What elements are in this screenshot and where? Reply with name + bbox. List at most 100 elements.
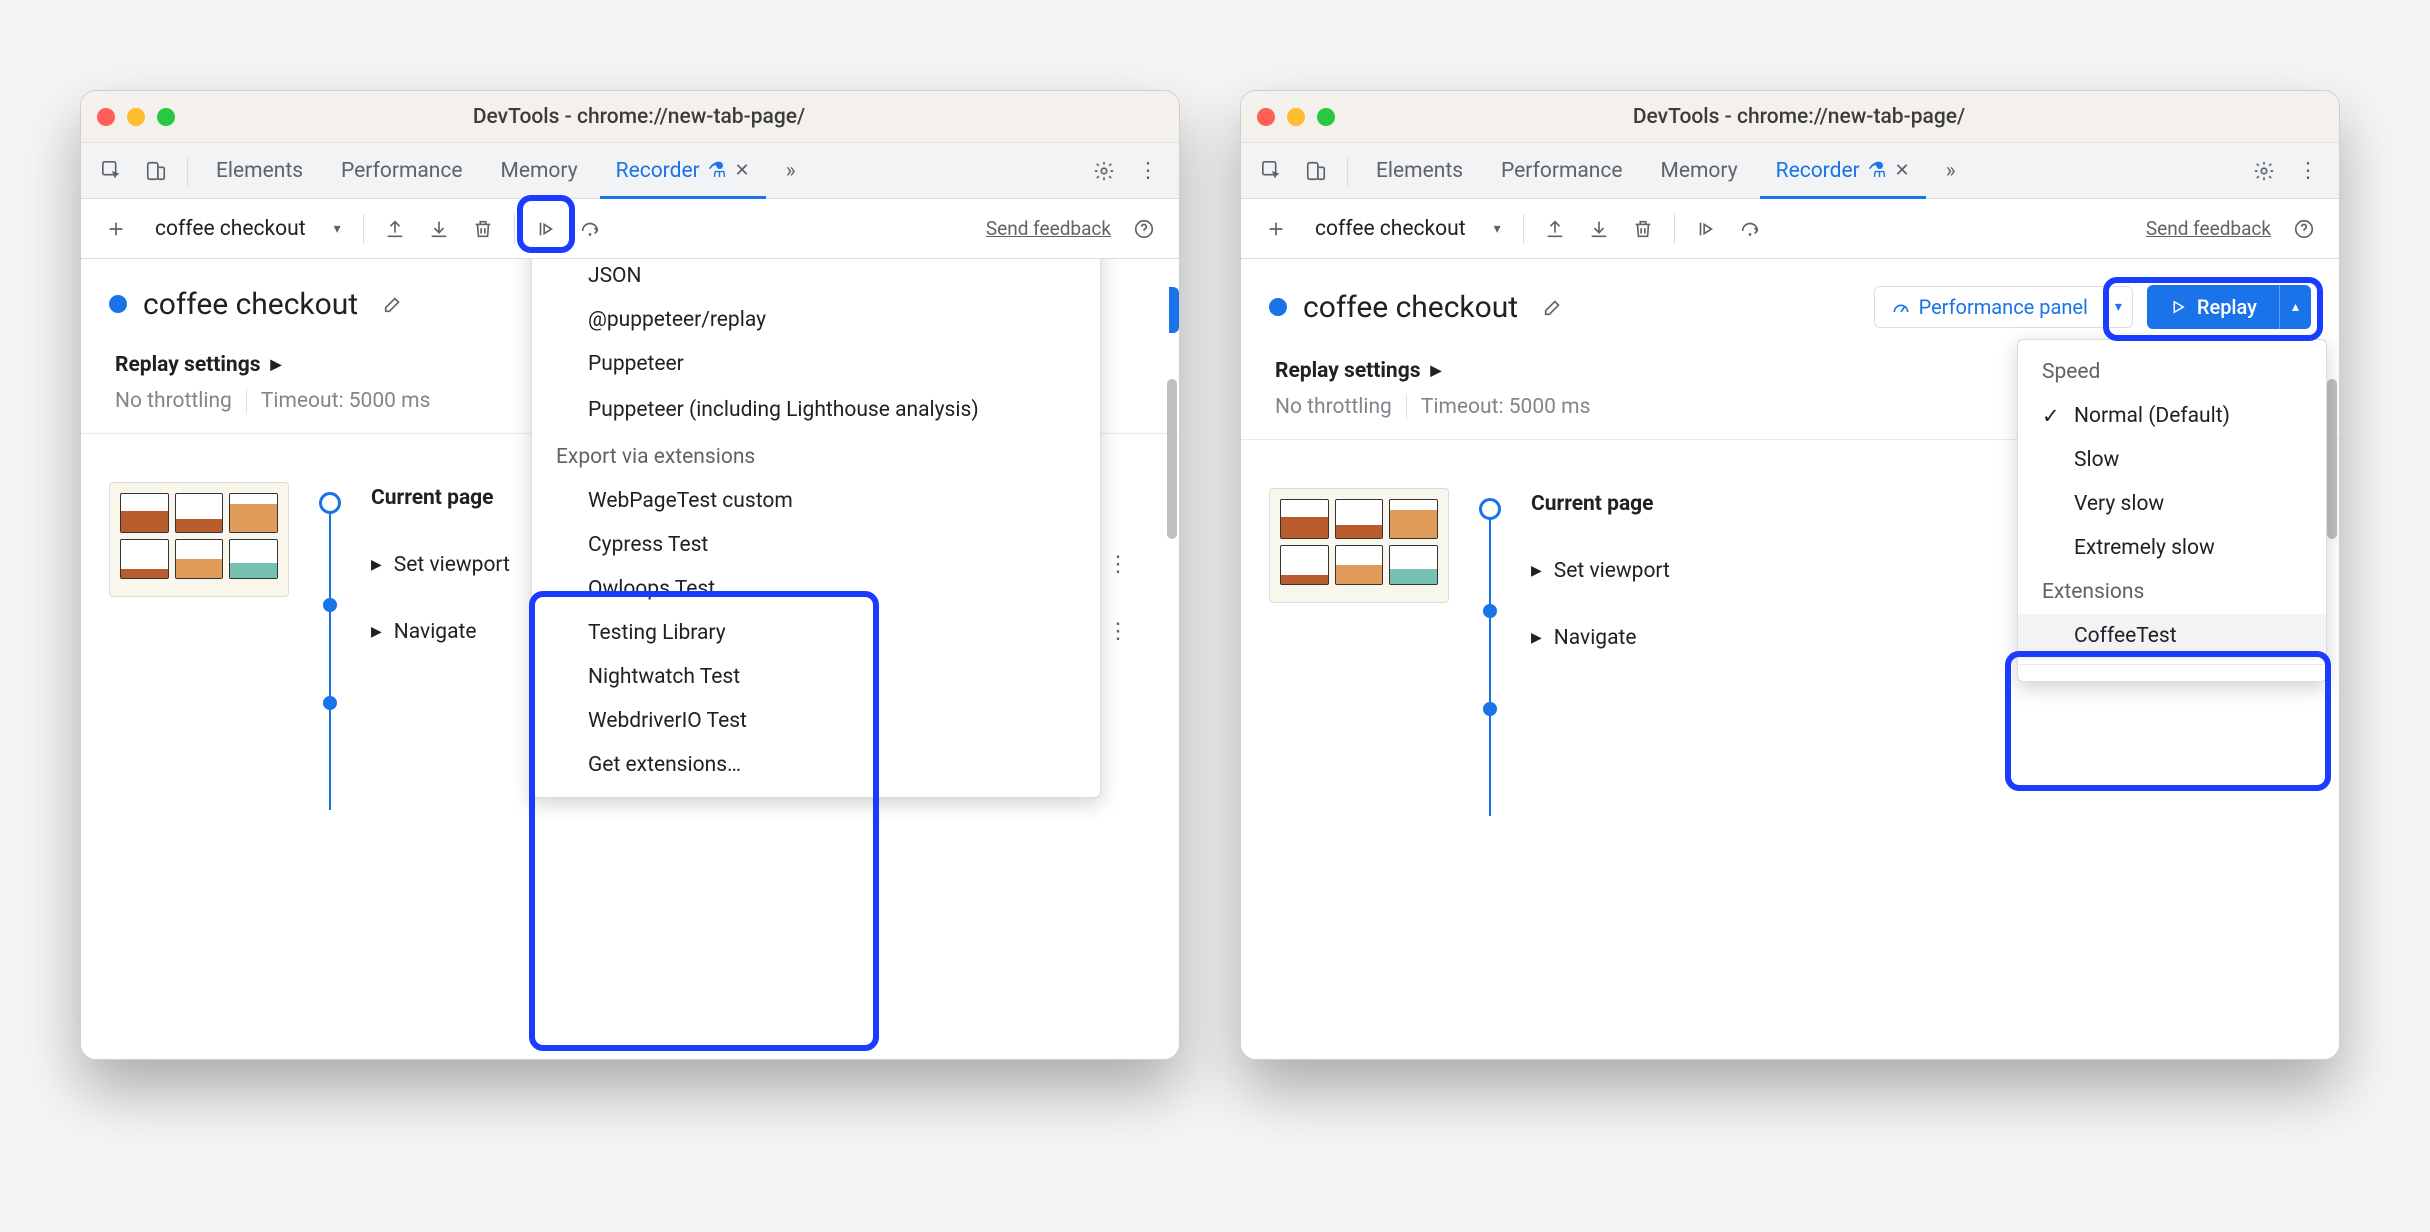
flask-icon: ⚗ (708, 158, 727, 183)
performance-panel-dropdown[interactable]: ▾ (2105, 286, 2133, 328)
send-feedback-link[interactable]: Send feedback (2146, 217, 2271, 240)
add-recording-icon[interactable] (1257, 210, 1295, 248)
import-icon[interactable] (1536, 210, 1574, 248)
chevron-down-icon: ▾ (334, 221, 341, 237)
replay-button-group: Replay ▴ (2147, 285, 2311, 329)
chevron-right-icon: ▶ (371, 624, 382, 640)
timeline-step-marker (1483, 604, 1497, 618)
replay-speed-menu: Speed ✓Normal (Default) Slow Very slow E… (2017, 339, 2327, 682)
step-label: Navigate (394, 620, 477, 644)
step-menu-icon[interactable]: ⋮ (1107, 619, 1131, 644)
export-ext-owloops[interactable]: Owloops Test (532, 567, 1100, 611)
close-tab-icon[interactable]: ✕ (1895, 160, 1910, 181)
export-icon[interactable] (420, 210, 458, 248)
minimize-window-button[interactable] (127, 108, 145, 126)
replay-button[interactable]: Replay (2147, 285, 2279, 329)
speed-normal[interactable]: ✓Normal (Default) (2018, 394, 2326, 438)
recorder-main: coffee checkout Performance panel ▾ Repl… (1241, 259, 2339, 1059)
device-toolbar-icon[interactable] (137, 152, 175, 190)
export-get-extensions[interactable]: Get extensions… (532, 743, 1100, 787)
kebab-menu-icon[interactable]: ⋮ (2289, 152, 2327, 190)
help-icon[interactable] (2285, 210, 2323, 248)
export-ext-webpagetest[interactable]: WebPageTest custom (532, 479, 1100, 523)
timeout-value: Timeout: 5000 ms (1421, 395, 1591, 419)
step-menu-icon[interactable]: ⋮ (1107, 552, 1131, 577)
export-ext-cypress[interactable]: Cypress Test (532, 523, 1100, 567)
tab-label: Performance (341, 159, 462, 183)
export-ext-webdriverio[interactable]: WebdriverIO Test (532, 699, 1100, 743)
divider (1523, 214, 1524, 244)
performance-panel-group: Performance panel ▾ (1874, 286, 2133, 328)
tab-label: Elements (216, 159, 303, 183)
replay-settings-label: Replay settings (1275, 359, 1421, 383)
speed-very-slow[interactable]: Very slow (2018, 482, 2326, 526)
scrollbar[interactable] (2327, 379, 2337, 539)
close-window-button[interactable] (1257, 108, 1275, 126)
export-json[interactable]: JSON (532, 259, 1100, 298)
menu-section-header: Export via extensions (532, 435, 1100, 479)
chevron-right-icon: ▶ (1531, 630, 1542, 646)
tab-memory[interactable]: Memory (1645, 143, 1754, 198)
tab-elements[interactable]: Elements (1360, 143, 1479, 198)
export-puppeteer[interactable]: Puppeteer (532, 342, 1100, 386)
help-icon[interactable] (1125, 210, 1163, 248)
recording-dropdown-label: coffee checkout (155, 217, 306, 241)
inspect-element-icon[interactable] (93, 152, 131, 190)
edit-title-icon[interactable] (374, 285, 412, 323)
settings-icon[interactable] (1085, 152, 1123, 190)
step-label: Set viewport (394, 553, 510, 577)
settings-icon[interactable] (2245, 152, 2283, 190)
fullscreen-window-button[interactable] (157, 108, 175, 126)
speed-ext-coffeetest[interactable]: CoffeeTest (2018, 614, 2326, 658)
tab-performance[interactable]: Performance (325, 143, 478, 198)
divider (187, 156, 188, 186)
more-tabs-icon[interactable]: » (772, 152, 810, 190)
tab-recorder[interactable]: Recorder ⚗ ✕ (600, 143, 766, 198)
divider (1674, 214, 1675, 244)
import-icon[interactable] (376, 210, 414, 248)
devtools-window-right: DevTools - chrome://new-tab-page/ Elemen… (1240, 90, 2340, 1060)
fullscreen-window-button[interactable] (1317, 108, 1335, 126)
recorder-toolbar: coffee checkout ▾ Send feedback (1241, 199, 2339, 259)
close-window-button[interactable] (97, 108, 115, 126)
tab-recorder[interactable]: Recorder ⚗ ✕ (1760, 143, 1926, 198)
step-over-icon[interactable] (571, 210, 609, 248)
throttling-value: No throttling (115, 389, 232, 413)
performance-panel-button[interactable]: Performance panel (1874, 286, 2105, 328)
tab-label: Memory (1661, 159, 1738, 183)
divider (363, 214, 364, 244)
divider (514, 214, 515, 244)
recorder-toolbar: coffee checkout ▾ Send feedback (81, 199, 1179, 259)
tab-elements[interactable]: Elements (200, 143, 319, 198)
edit-title-icon[interactable] (1534, 288, 1572, 326)
traffic-lights (97, 108, 175, 126)
export-ext-nightwatch[interactable]: Nightwatch Test (532, 655, 1100, 699)
speed-extremely-slow[interactable]: Extremely slow (2018, 526, 2326, 570)
export-ext-testing-library[interactable]: Testing Library (532, 611, 1100, 655)
inspect-element-icon[interactable] (1253, 152, 1291, 190)
recording-dropdown[interactable]: coffee checkout ▾ (141, 213, 351, 245)
tab-memory[interactable]: Memory (485, 143, 594, 198)
chevron-down-icon: ▾ (1494, 221, 1501, 237)
send-feedback-link[interactable]: Send feedback (986, 217, 1111, 240)
speed-slow[interactable]: Slow (2018, 438, 2326, 482)
delete-icon[interactable] (464, 210, 502, 248)
export-puppeteer-replay[interactable]: @puppeteer/replay (532, 298, 1100, 342)
export-puppeteer-lighthouse[interactable]: Puppeteer (including Lighthouse analysis… (532, 386, 1100, 435)
step-over-icon[interactable] (1731, 210, 1769, 248)
export-icon[interactable] (1580, 210, 1618, 248)
replay-dropdown[interactable]: ▴ (2279, 285, 2311, 329)
close-tab-icon[interactable]: ✕ (735, 160, 750, 181)
device-toolbar-icon[interactable] (1297, 152, 1335, 190)
delete-icon[interactable] (1624, 210, 1662, 248)
more-tabs-icon[interactable]: » (1932, 152, 1970, 190)
step-icon[interactable] (1687, 210, 1725, 248)
scrollbar[interactable] (1167, 379, 1177, 539)
chevron-right-icon: ▶ (271, 357, 282, 373)
kebab-menu-icon[interactable]: ⋮ (1129, 152, 1167, 190)
step-icon[interactable] (527, 210, 565, 248)
add-recording-icon[interactable] (97, 210, 135, 248)
tab-performance[interactable]: Performance (1485, 143, 1638, 198)
recording-dropdown[interactable]: coffee checkout ▾ (1301, 213, 1511, 245)
minimize-window-button[interactable] (1287, 108, 1305, 126)
